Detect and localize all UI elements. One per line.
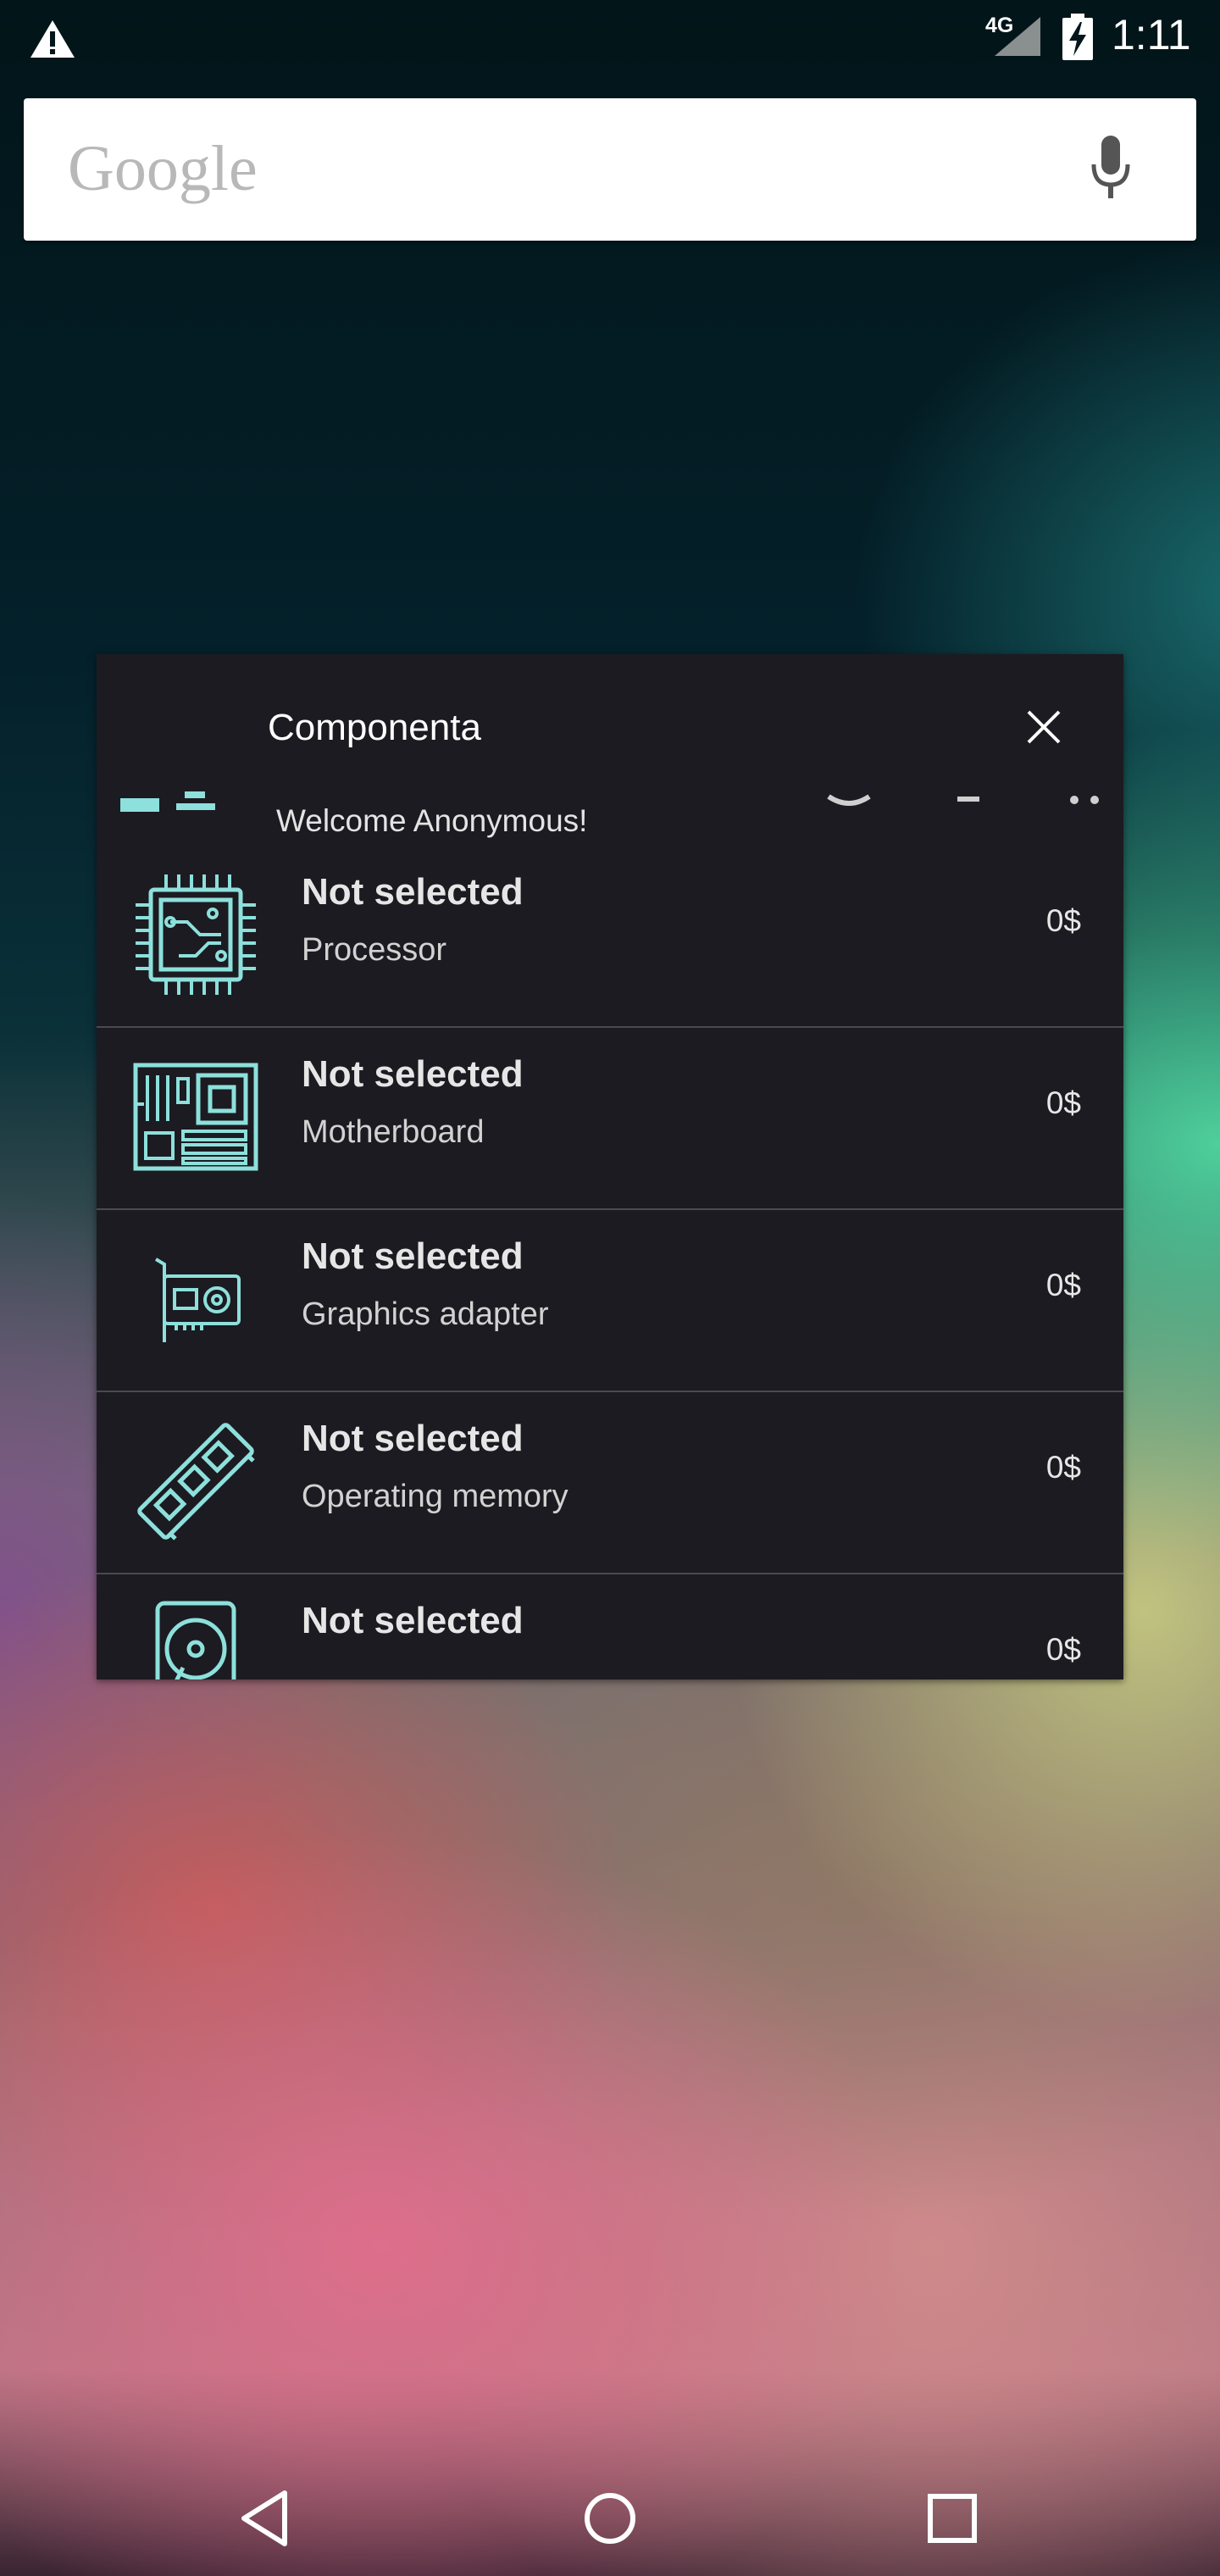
item-price: 0$ — [1045, 1268, 1081, 1302]
navigation-bar — [0, 2461, 1220, 2576]
item-title: Not selected — [302, 871, 524, 913]
list-item-graphics-adapter[interactable]: Not selected Graphics adapter 0$ — [97, 1210, 1123, 1392]
welcome-message: Welcome Anonymous! — [276, 803, 588, 838]
list-item-motherboard[interactable]: Not selected Motherboard 0$ — [97, 1028, 1123, 1210]
widget-header: Componenta Welcome Anonymous! — [97, 654, 1123, 838]
item-title: Not selected — [302, 1600, 524, 1641]
list-item-processor[interactable]: Not selected Processor 0$ — [97, 846, 1123, 1028]
item-price: 0$ — [1045, 1632, 1081, 1667]
componenta-widget: Componenta Welcome Anonymous! Not select… — [97, 654, 1123, 1679]
item-subtitle: Processor — [302, 932, 447, 968]
item-price: 0$ — [1045, 903, 1081, 938]
component-list: Not selected Processor 0$ Not selected M… — [97, 846, 1123, 1679]
hard-drive-icon — [155, 1601, 236, 1679]
list-item-storage[interactable]: Not selected 0$ — [97, 1574, 1123, 1679]
graphics-card-icon — [154, 1257, 241, 1342]
warning-icon — [30, 20, 75, 58]
close-icon[interactable] — [1025, 708, 1062, 746]
home-icon[interactable] — [576, 2484, 644, 2552]
signal-icon — [995, 17, 1040, 56]
status-bar: 4G 1:11 — [0, 0, 1220, 75]
clock: 1:11 — [1112, 11, 1191, 58]
motherboard-icon — [133, 1063, 258, 1171]
list-item-operating-memory[interactable]: Not selected Operating memory 0$ — [97, 1392, 1123, 1574]
toolbar-icons-partial — [120, 791, 1099, 812]
item-title: Not selected — [302, 1235, 524, 1277]
item-subtitle: Graphics adapter — [302, 1296, 549, 1332]
google-search-bar[interactable]: Google — [24, 98, 1196, 241]
back-icon[interactable] — [234, 2484, 302, 2552]
item-price: 0$ — [1045, 1450, 1081, 1485]
battery-charging-icon — [1062, 14, 1093, 60]
item-price: 0$ — [1045, 1085, 1081, 1120]
item-subtitle: Motherboard — [302, 1114, 485, 1150]
cpu-icon — [136, 874, 256, 995]
item-title: Not selected — [302, 1053, 524, 1095]
widget-title: Componenta — [268, 707, 481, 748]
item-subtitle: Operating memory — [302, 1479, 568, 1514]
google-logo: Google — [68, 133, 258, 204]
mic-icon[interactable] — [1087, 132, 1134, 203]
item-title: Not selected — [302, 1418, 524, 1459]
ram-icon — [137, 1423, 255, 1541]
recents-icon[interactable] — [918, 2484, 986, 2552]
